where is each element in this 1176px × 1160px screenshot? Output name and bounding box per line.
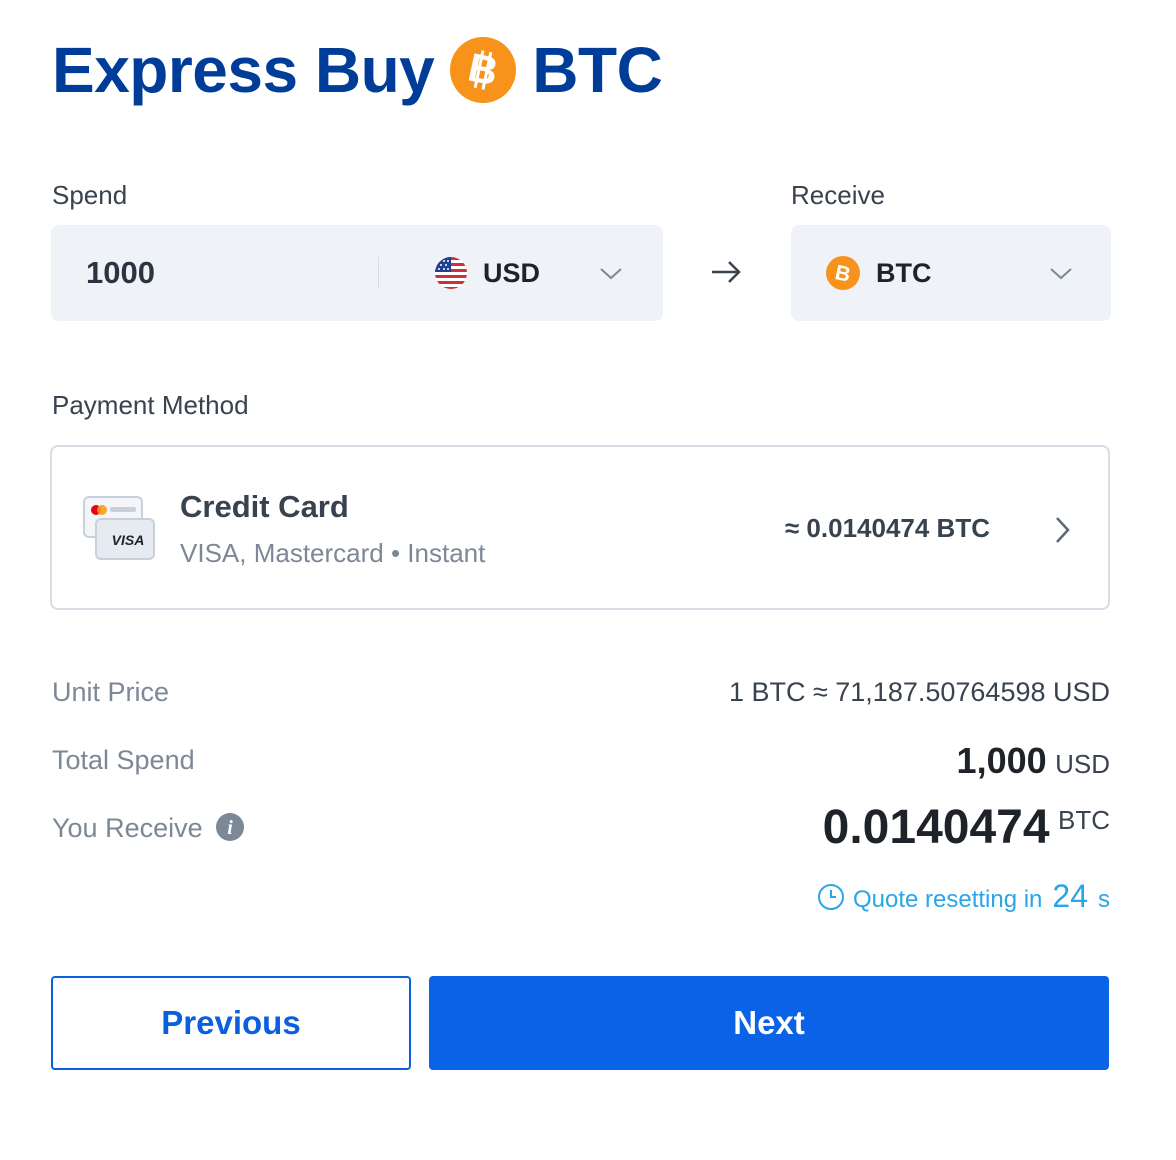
spend-label: Spend: [52, 180, 128, 210]
total-spend-unit: USD: [1055, 749, 1110, 779]
next-button[interactable]: Next: [429, 976, 1109, 1070]
payment-approx-amount: ≈ 0.0140474 BTC: [784, 513, 990, 543]
unit-price-value: 1 BTC ≈ 71,187.50764598 USD: [728, 677, 1110, 707]
arrow-right-icon: [712, 261, 741, 283]
you-receive-label: You Receive: [52, 813, 203, 843]
you-receive-unit: BTC: [1058, 805, 1110, 835]
chevron-down-icon[interactable]: [599, 261, 623, 285]
payment-method-card[interactable]: VISA Credit Card VISA, Mastercard • Inst…: [50, 445, 1110, 610]
spend-currency-code: USD: [483, 257, 541, 288]
spend-divider: [378, 257, 379, 289]
bitcoin-icon: B: [450, 37, 517, 103]
title-asset: BTC: [532, 34, 663, 106]
spend-field: 1000 USD: [51, 225, 663, 321]
us-flag-icon: [435, 257, 467, 289]
receive-label: Receive: [791, 180, 885, 210]
you-receive-label-row: You Receive i: [52, 812, 245, 844]
total-spend-label: Total Spend: [52, 745, 195, 775]
clock-icon: [817, 884, 844, 910]
svg-text:i: i: [227, 817, 233, 839]
info-icon[interactable]: i: [216, 812, 245, 841]
quote-text: Quote resetting in: [852, 886, 1043, 913]
chevron-right-icon[interactable]: [1052, 515, 1072, 545]
title-prefix: Express Buy: [52, 34, 435, 106]
previous-button[interactable]: Previous: [51, 976, 411, 1070]
page-title: Express Buy B BTC: [52, 30, 663, 110]
quote-reset-timer: Quote resetting in 24 s: [817, 878, 1110, 915]
bitcoin-icon: B: [826, 256, 860, 290]
you-receive-value: 0.0140474 BTC: [823, 800, 1110, 855]
payment-method-name: Credit Card: [180, 489, 349, 524]
payment-method-label: Payment Method: [52, 390, 249, 420]
quote-unit: s: [1098, 886, 1110, 913]
credit-card-icon: VISA: [83, 496, 155, 560]
quote-seconds: 24: [1052, 878, 1088, 914]
receive-currency-select[interactable]: B BTC: [791, 225, 1111, 321]
unit-price-label: Unit Price: [52, 677, 170, 707]
total-spend-amount: 1,000: [956, 740, 1047, 781]
spend-currency-select[interactable]: USD: [435, 225, 540, 321]
visa-logo-text: VISA: [112, 532, 145, 548]
spend-amount-input[interactable]: 1000: [86, 225, 155, 321]
payment-method-sub: VISA, Mastercard • Instant: [180, 538, 486, 568]
you-receive-amount: 0.0140474: [822, 801, 1050, 854]
total-spend-value: 1,000 USD: [957, 740, 1110, 782]
chevron-down-icon[interactable]: [1049, 261, 1073, 285]
receive-currency-code: BTC: [876, 257, 932, 288]
